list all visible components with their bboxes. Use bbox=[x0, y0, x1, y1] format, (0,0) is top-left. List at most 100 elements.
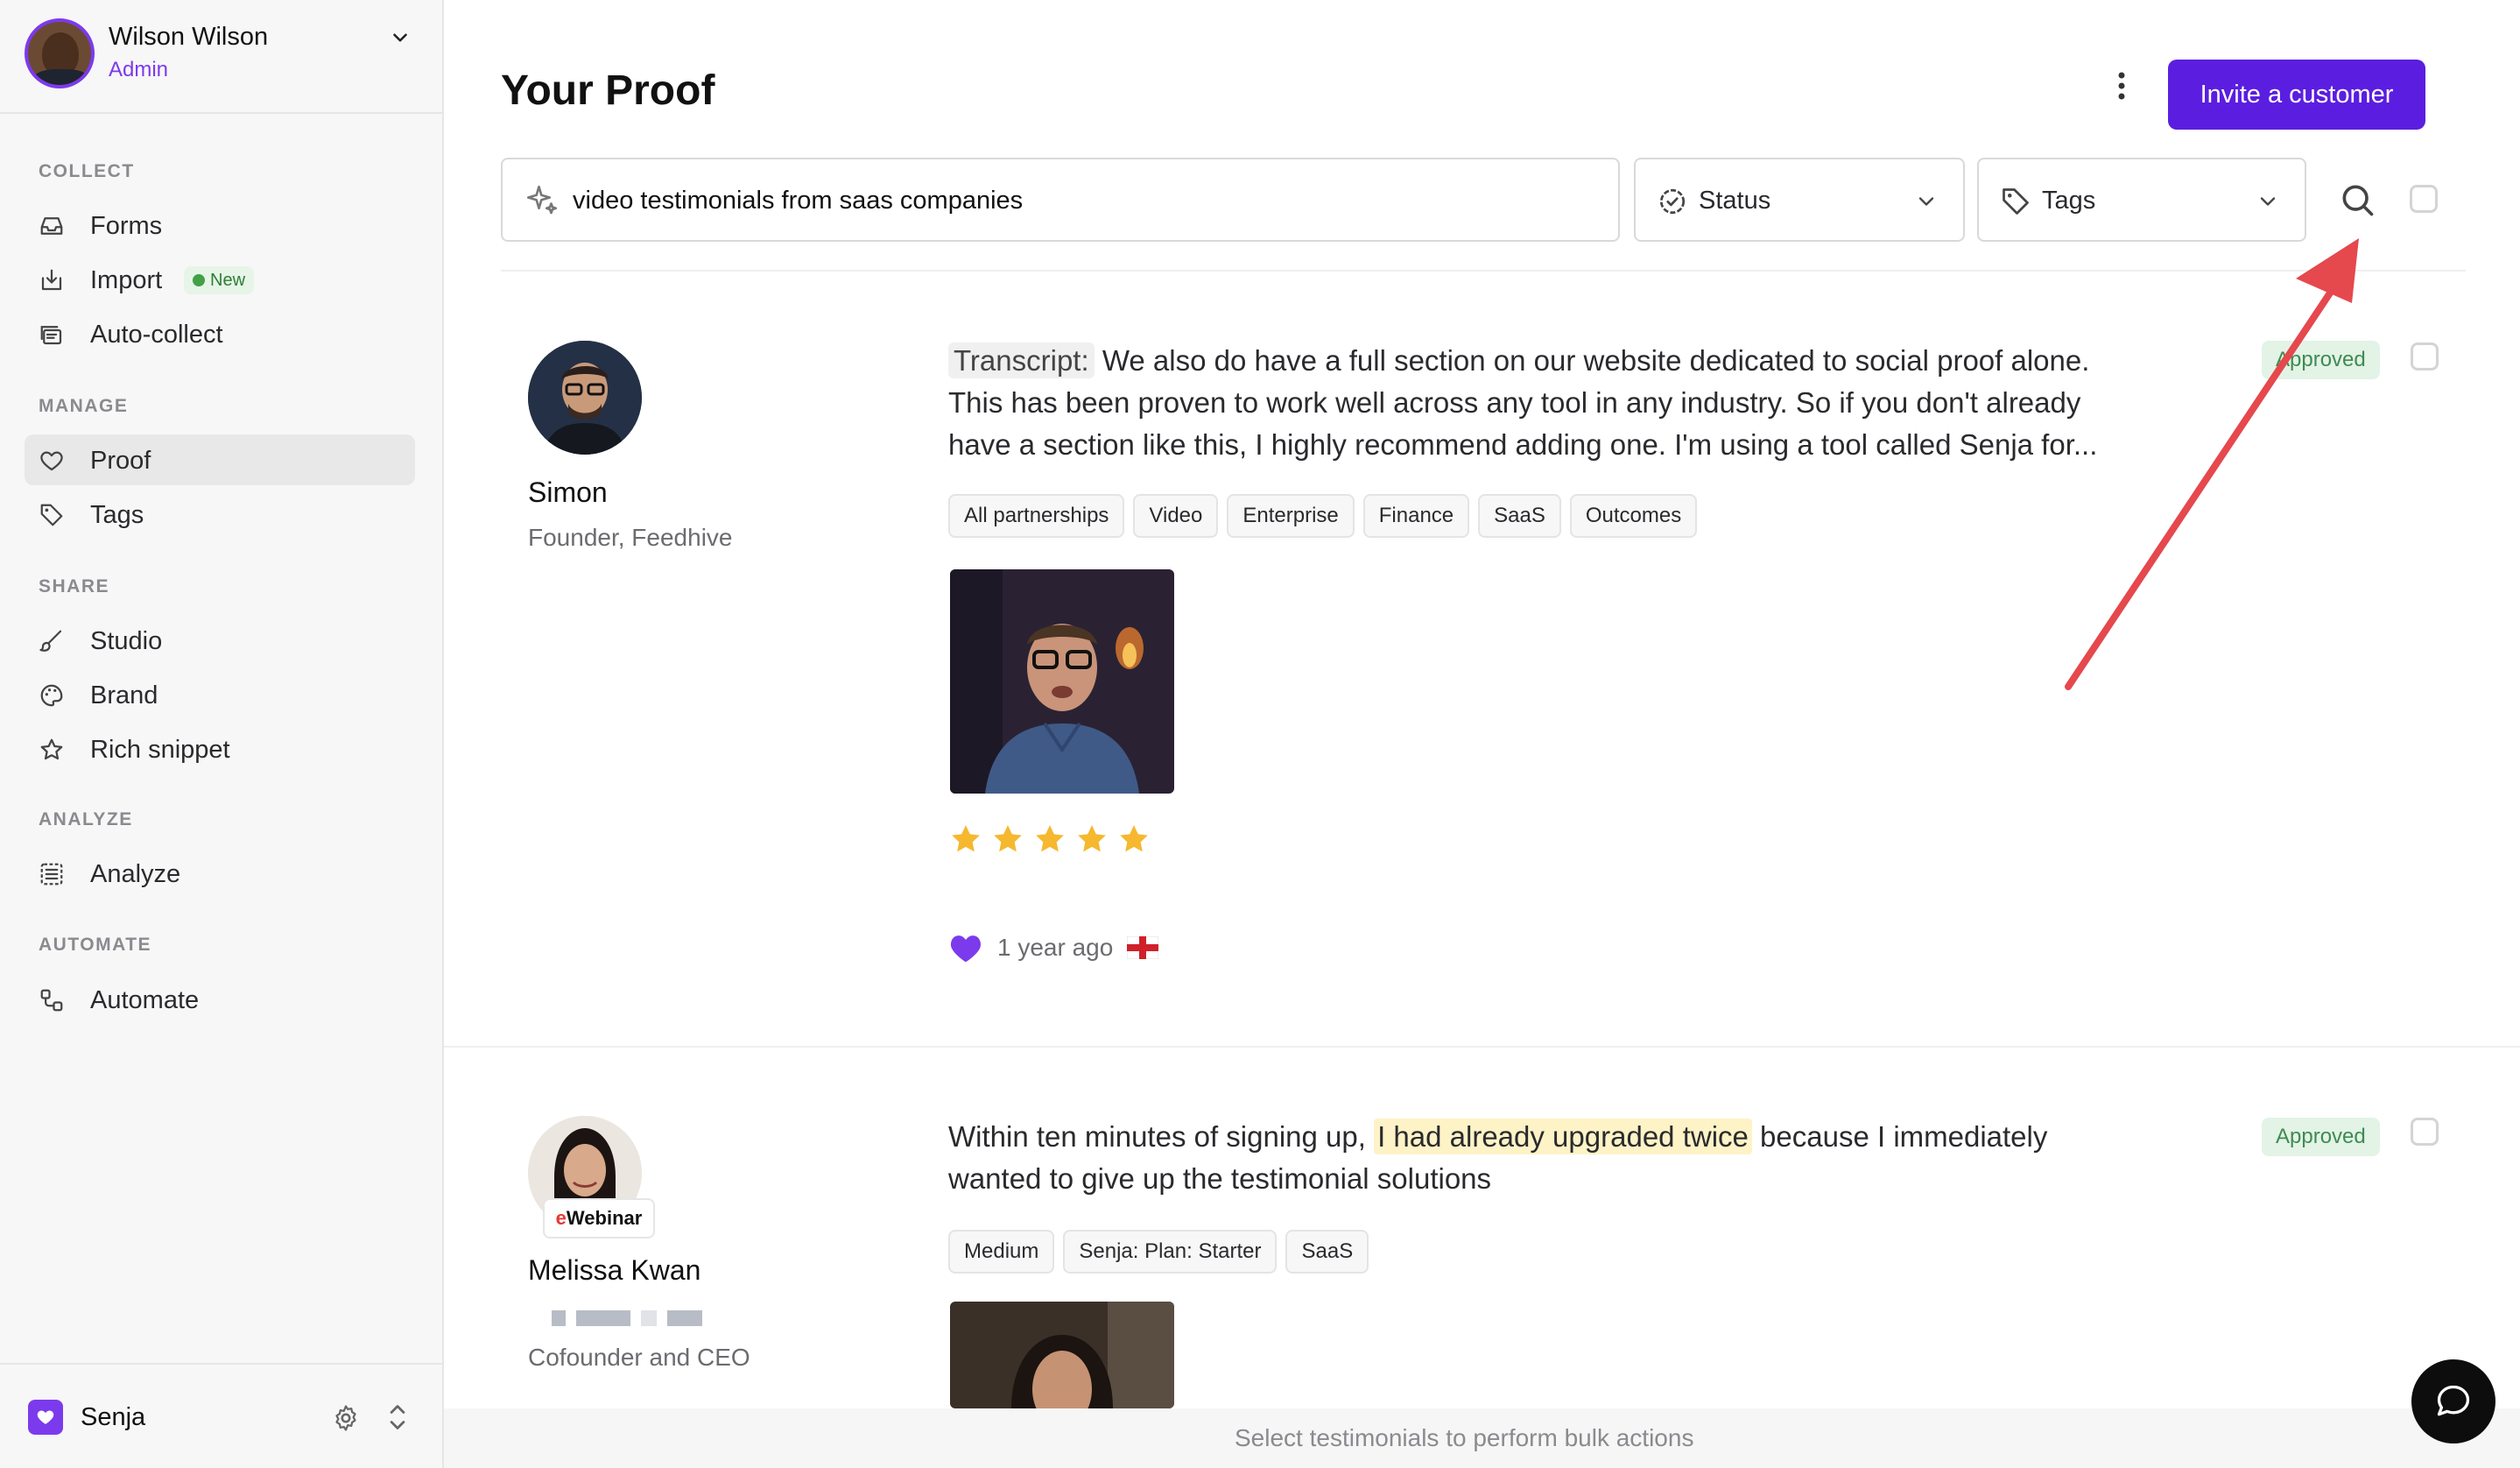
star-icon bbox=[40, 738, 63, 760]
sidebar-item-label: Forms bbox=[90, 212, 163, 240]
status-badge: Approved bbox=[2262, 341, 2380, 379]
sparkle-icon bbox=[526, 185, 558, 215]
globe-icon bbox=[193, 274, 205, 286]
chevron-down-icon bbox=[2260, 197, 2276, 206]
new-badge: New bbox=[184, 266, 255, 294]
ai-search-input[interactable]: video testimonials from saas companies bbox=[501, 158, 1620, 242]
tag-icon bbox=[2003, 188, 2029, 215]
sidebar-item-label: Rich snippet bbox=[90, 736, 230, 764]
row-checkbox[interactable] bbox=[2411, 342, 2439, 371]
sidebar-item-label: Auto-collect bbox=[90, 321, 223, 349]
star-icon bbox=[1036, 825, 1064, 852]
user-role: Admin bbox=[109, 58, 169, 81]
search-query: video testimonials from saas companies bbox=[573, 187, 1024, 215]
tag-chip[interactable]: All partnerships bbox=[948, 494, 1125, 538]
person-title: Cofounder and CEO bbox=[528, 1344, 750, 1371]
section-label-automate: AUTOMATE bbox=[39, 935, 152, 955]
flag-icon bbox=[1127, 936, 1159, 959]
more-options-icon[interactable] bbox=[2110, 68, 2133, 103]
tag-chip[interactable]: Medium bbox=[948, 1230, 1055, 1274]
avatar bbox=[528, 341, 642, 455]
chat-button[interactable] bbox=[2411, 1359, 2495, 1443]
chat-icon bbox=[2437, 1385, 2470, 1416]
star-rating bbox=[948, 822, 1151, 857]
search-icon[interactable] bbox=[2338, 180, 2376, 219]
sidebar-item-label: Tags bbox=[90, 501, 144, 529]
grid-icon bbox=[40, 863, 63, 886]
tag-list: Medium Senja: Plan: Starter SaaS bbox=[948, 1230, 1369, 1274]
status-filter-dropdown[interactable]: Status bbox=[1634, 158, 1965, 242]
chevron-down-icon[interactable] bbox=[389, 26, 412, 49]
sidebar-item-automate[interactable]: Automate bbox=[25, 974, 415, 1025]
highlighted-text: I had already upgraded twice bbox=[1374, 1119, 1752, 1154]
section-label-collect: COLLECT bbox=[39, 161, 135, 181]
section-label-share: SHARE bbox=[39, 576, 110, 596]
select-all-checkbox[interactable] bbox=[2410, 185, 2438, 213]
import-icon bbox=[41, 269, 62, 291]
video-thumbnail[interactable] bbox=[950, 569, 1174, 794]
sidebar-item-tags[interactable]: Tags bbox=[25, 489, 415, 540]
tag-chip[interactable]: SaaS bbox=[1285, 1230, 1369, 1274]
invite-customer-button[interactable]: Invite a customer bbox=[2168, 60, 2425, 130]
person-title: Founder, Feedhive bbox=[528, 524, 733, 551]
tag-chip[interactable]: Outcomes bbox=[1569, 494, 1698, 538]
tag-icon bbox=[40, 504, 63, 526]
sidebar-item-forms[interactable]: Forms bbox=[25, 200, 415, 251]
tag-chip[interactable]: SaaS bbox=[1478, 494, 1561, 538]
sidebar-item-import[interactable]: Import New bbox=[25, 254, 415, 305]
section-label-analyze: ANALYZE bbox=[39, 809, 133, 829]
sidebar: Wilson Wilson Admin COLLECT Forms Import… bbox=[0, 0, 444, 1468]
flow-icon bbox=[40, 989, 63, 1012]
palette-icon bbox=[40, 684, 63, 707]
sidebar-item-brand[interactable]: Brand bbox=[25, 669, 415, 720]
testimonial-meta: 1 year ago bbox=[948, 932, 1159, 963]
inbox-icon bbox=[40, 217, 63, 235]
person-name: Simon bbox=[528, 476, 608, 508]
divider bbox=[444, 1046, 2520, 1048]
sidebar-item-label: Studio bbox=[90, 627, 163, 655]
avatar bbox=[25, 18, 95, 88]
sidebar-item-autocollect[interactable]: Auto-collect bbox=[25, 308, 415, 359]
video-thumbnail[interactable] bbox=[950, 1302, 1174, 1408]
tag-chip[interactable]: Finance bbox=[1362, 494, 1470, 538]
bulk-actions-text: Select testimonials to perform bulk acti… bbox=[1235, 1424, 1694, 1451]
user-menu[interactable]: Wilson Wilson Admin bbox=[0, 0, 442, 114]
testimonial-text: Within ten minutes of signing up, I had … bbox=[948, 1119, 2048, 1195]
testimonial-text: Transcript: We also do have a full secti… bbox=[948, 342, 2098, 461]
senja-logo bbox=[28, 1400, 63, 1435]
chevron-updown-icon[interactable] bbox=[385, 1401, 410, 1433]
heart-icon[interactable] bbox=[948, 932, 983, 963]
stack-icon bbox=[40, 326, 62, 345]
row-checkbox[interactable] bbox=[2411, 1118, 2439, 1146]
tags-filter-label: Tags bbox=[2042, 187, 2096, 215]
brush-icon bbox=[39, 630, 62, 652]
heart-icon bbox=[40, 451, 63, 471]
status-badge: Approved bbox=[2262, 1118, 2380, 1156]
tag-chip[interactable]: Senja: Plan: Starter bbox=[1063, 1230, 1278, 1274]
star-icon bbox=[994, 825, 1022, 852]
sidebar-item-label: Analyze bbox=[90, 860, 181, 888]
section-label-manage: MANAGE bbox=[39, 396, 129, 416]
tags-filter-dropdown[interactable]: Tags bbox=[1977, 158, 2306, 242]
sidebar-item-label: Automate bbox=[90, 986, 200, 1014]
sidebar-item-label: Brand bbox=[90, 681, 158, 709]
star-icon bbox=[952, 825, 980, 852]
sidebar-item-proof[interactable]: Proof bbox=[25, 434, 415, 485]
blurred-company-name bbox=[552, 1310, 736, 1326]
sidebar-item-rich-snippet[interactable]: Rich snippet bbox=[25, 723, 415, 774]
user-name: Wilson Wilson bbox=[109, 23, 269, 51]
tag-chip[interactable]: Enterprise bbox=[1227, 494, 1355, 538]
transcript-label: Transcript: bbox=[948, 342, 1095, 378]
sidebar-item-studio[interactable]: Studio bbox=[25, 615, 415, 666]
workspace-name: Senja bbox=[81, 1403, 146, 1431]
star-icon bbox=[1120, 825, 1148, 852]
workspace-switcher[interactable]: Senja bbox=[0, 1363, 442, 1468]
star-icon bbox=[1078, 825, 1106, 852]
sidebar-item-analyze[interactable]: Analyze bbox=[25, 848, 415, 899]
status-filter-label: Status bbox=[1699, 187, 1771, 215]
tag-chip[interactable]: Video bbox=[1133, 494, 1219, 538]
timestamp: 1 year ago bbox=[997, 934, 1114, 961]
gear-icon[interactable] bbox=[331, 1403, 361, 1433]
sidebar-item-label: Import bbox=[90, 266, 163, 294]
check-circle-icon bbox=[1659, 188, 1686, 215]
